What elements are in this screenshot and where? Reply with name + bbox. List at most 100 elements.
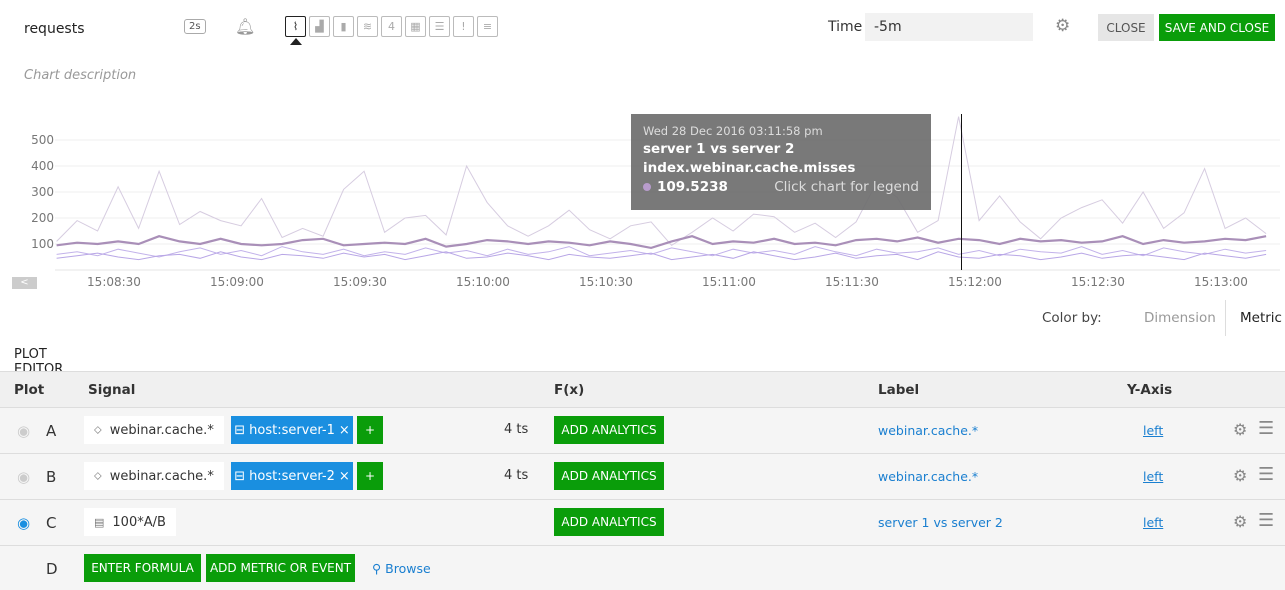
scroll-left-button[interactable]: < [12, 277, 37, 289]
x-tick-label: 15:11:30 [825, 275, 879, 289]
series-line-3 [56, 251, 1267, 261]
add-filter-button[interactable]: + [357, 416, 383, 444]
series-dot-icon [643, 183, 651, 191]
add-filter-button[interactable]: + [357, 462, 383, 490]
metric-icon: ⬦ [94, 423, 102, 436]
color-by-label: Color by: [1042, 310, 1102, 326]
bell-icon[interactable]: 🔔︎ [235, 17, 255, 36]
chart-title[interactable]: requests [24, 21, 85, 37]
drag-handle-icon[interactable]: ☰ [1258, 510, 1274, 531]
series-line-2 [56, 246, 1267, 258]
chart-type-text-icon[interactable]: ≡ [477, 16, 498, 37]
chart-type-histogram-icon[interactable]: ≋ [357, 16, 378, 37]
hover-line [961, 114, 962, 270]
plot-letter: D [46, 560, 58, 578]
chart-type-area-icon[interactable]: ▟ [309, 16, 330, 37]
filter-tag[interactable]: ⊟ host:server-2 × [231, 462, 353, 490]
enter-formula-button[interactable]: ENTER FORMULA [84, 554, 201, 582]
chart-type-heatmap-icon[interactable]: ▦ [405, 16, 426, 37]
color-by-metric[interactable]: Metric [1225, 300, 1282, 336]
chart-type-column-icon[interactable]: ▮ [333, 16, 354, 37]
remove-filter-icon[interactable]: × [339, 469, 350, 484]
x-tick-label: 15:12:00 [948, 275, 1002, 289]
plot-letter: C [46, 514, 57, 532]
x-tick-label: 15:12:30 [1071, 275, 1125, 289]
plot-label[interactable]: server 1 vs server 2 [878, 515, 1003, 530]
plot-row: ◉ C ▤ 100*A/B ADD ANALYTICS server 1 vs se… [0, 500, 1285, 546]
yaxis-select[interactable]: left [1143, 423, 1163, 438]
resolution-badge: 2s [184, 19, 206, 34]
ts-count: 4 ts [504, 468, 529, 483]
x-tick-label: 15:13:00 [1194, 275, 1248, 289]
tooltip-series: server 1 vs server 2 [643, 141, 795, 157]
browse-link[interactable]: ⚲ Browse [372, 561, 431, 576]
yaxis-select[interactable]: left [1143, 515, 1163, 530]
col-fx: F(x) [554, 382, 585, 398]
eye-icon[interactable]: ◉ [17, 514, 30, 532]
signal-field[interactable]: ⬦ webinar.cache.* [84, 416, 224, 444]
eye-icon[interactable]: ◉ [17, 468, 30, 486]
add-analytics-button[interactable]: ADD ANALYTICS [554, 416, 664, 444]
metric-icon: ⬦ [94, 469, 102, 482]
color-by-dimension[interactable]: Dimension [1144, 310, 1216, 326]
y-tick-label: 300 [31, 185, 54, 199]
filter-tag[interactable]: ⊟ host:server-1 × [231, 416, 353, 444]
filter-icon: ⊟ [234, 422, 246, 438]
chart-type-event-feed-icon[interactable]: ! [453, 16, 474, 37]
table-header: Plot Signal F(x) Label Y-Axis [0, 371, 1285, 408]
add-metric-button[interactable]: ADD METRIC OR EVENT [206, 554, 355, 582]
chart-type-single-value-icon[interactable]: 4 [381, 16, 402, 37]
plot-letter: A [46, 422, 57, 440]
eye-icon[interactable]: ◉ [17, 422, 30, 440]
plot-label[interactable]: webinar.cache.* [878, 423, 978, 438]
remove-filter-icon[interactable]: × [339, 423, 350, 438]
chart-type-line-icon[interactable]: ⌇ [285, 16, 306, 37]
tooltip-metric: index.webinar.cache.misses [643, 160, 856, 176]
col-yaxis: Y-Axis [1127, 382, 1173, 398]
time-label: Time [828, 19, 863, 35]
x-tick-label: 15:08:30 [87, 275, 141, 289]
drag-handle-icon[interactable]: ☰ [1258, 464, 1274, 485]
chart-type-list-icon[interactable]: ☰ [429, 16, 450, 37]
drag-handle-icon[interactable]: ☰ [1258, 418, 1274, 439]
gear-icon[interactable]: ⚙ [1055, 16, 1070, 36]
chart-description[interactable]: Chart description [24, 68, 136, 83]
gear-icon[interactable]: ⚙ [1233, 466, 1247, 485]
plot-row: ◉ B ⬦ webinar.cache.* ⊟ host:server-2 × + 4 … [0, 454, 1285, 500]
plot-table: Plot Signal F(x) Label Y-Axis ◉ A ⬦ webin… [0, 371, 1285, 590]
ts-count: 4 ts [504, 422, 529, 437]
gear-icon[interactable]: ⚙ [1233, 420, 1247, 439]
series-line-1 [56, 235, 1267, 250]
x-tick-label: 15:10:30 [579, 275, 633, 289]
save-and-close-button[interactable]: SAVE AND CLOSE [1159, 14, 1275, 41]
gear-icon[interactable]: ⚙ [1233, 512, 1247, 531]
formula-icon: ▤ [94, 515, 105, 529]
search-icon: ⚲ [372, 561, 386, 576]
chart-tooltip: Wed 28 Dec 2016 03:11:58 pm server 1 vs … [631, 114, 931, 210]
close-button[interactable]: CLOSE [1098, 14, 1154, 41]
col-label: Label [878, 382, 920, 398]
add-analytics-button[interactable]: ADD ANALYTICS [554, 508, 664, 536]
filter-icon: ⊟ [234, 468, 246, 484]
tooltip-hint: Click chart for legend [774, 179, 919, 195]
y-tick-label: 400 [31, 159, 54, 173]
tooltip-date: Wed 28 Dec 2016 03:11:58 pm [643, 124, 823, 138]
signal-field[interactable]: ⬦ webinar.cache.* [84, 462, 224, 490]
x-tick-label: 15:11:00 [702, 275, 756, 289]
plot-label[interactable]: webinar.cache.* [878, 469, 978, 484]
add-analytics-button[interactable]: ADD ANALYTICS [554, 462, 664, 490]
signal-field[interactable]: ▤ 100*A/B [84, 508, 176, 536]
selected-type-caret-icon [290, 38, 302, 45]
y-tick-label: 100 [31, 237, 54, 251]
col-plot: Plot [14, 382, 45, 398]
x-tick-label: 15:10:00 [456, 275, 510, 289]
time-input[interactable] [865, 13, 1033, 41]
x-tick-label: 15:09:00 [210, 275, 264, 289]
new-plot-row: D ENTER FORMULA ADD METRIC OR EVENT ⚲ Br… [0, 546, 1285, 590]
y-tick-label: 200 [31, 211, 54, 225]
tooltip-value: 109.5238 [657, 179, 728, 195]
plot-letter: B [46, 468, 57, 486]
yaxis-select[interactable]: left [1143, 469, 1163, 484]
plot-row: ◉ A ⬦ webinar.cache.* ⊟ host:server-1 × + 4 … [0, 408, 1285, 454]
y-tick-label: 500 [31, 133, 54, 147]
